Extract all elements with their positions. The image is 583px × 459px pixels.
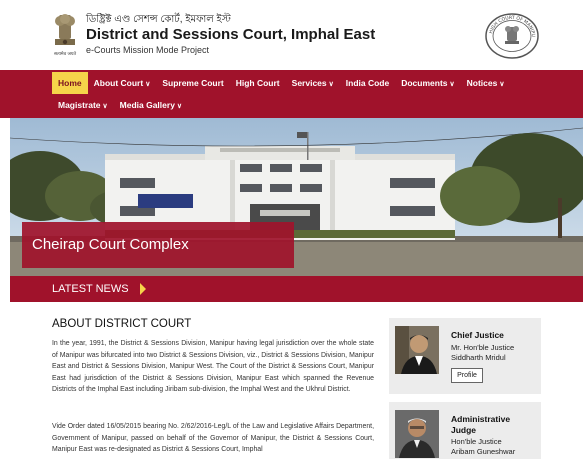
chevron-down-icon: ∨ [499,81,505,88]
site-header: सत्यमेव जयते ডিষ্ট্ৰিক্ট এণ্ড সেশন্স কোর… [0,0,583,70]
nav-item-home[interactable]: Home [52,72,88,94]
nav-item-label: India Code [345,78,390,88]
card-name-line: Hon'ble Justice [451,437,502,446]
nav-item-media-gallery[interactable]: Media Gallery ∨ [114,94,188,116]
card-name-line: Aribam Guneshwar [451,447,516,456]
latest-news-label: LATEST NEWS [52,283,129,295]
svg-text:सत्यमेव जयते: सत्यमेव जयते [54,50,77,57]
chief-justice-photo [395,326,439,374]
hero-banner: Cheirap Court Complex [10,118,583,276]
nav-row-primary: Home About Court ∨ Supreme Court High Court S… [52,72,510,94]
nav-item-label: Magistrate [58,100,101,110]
card-role: Chief Justice [451,330,504,340]
chevron-down-icon: ∨ [145,81,151,88]
nav-item-label: Media Gallery [119,100,175,110]
chief-justice-card: Chief Justice Mr. Hon'ble Justice Siddha… [389,318,541,394]
nav-item-label: High Court [235,78,280,88]
nav-item-india-code[interactable]: India Code [340,72,395,94]
site-subtitle: e-Courts Mission Mode Project [86,45,210,55]
about-title: ABOUT DISTRICT COURT [52,318,192,330]
nav-item-label: Services [291,78,327,88]
triangle-right-icon[interactable] [140,283,146,295]
nav-item-label: Notices [466,78,498,88]
card-name-line: Mr. Hon'ble Justice [451,343,515,352]
chevron-down-icon: ∨ [102,103,108,110]
nav-item-label: About Court [93,78,144,88]
national-emblem-icon[interactable]: सत्यमेव जयते [50,12,80,58]
nav-item-magistrate[interactable]: Magistrate ∨ [52,94,114,116]
nav-item-label: Supreme Court [162,78,224,88]
profile-button[interactable]: Profile [451,368,483,383]
nav-item-documents[interactable]: Documents ∨ [395,72,460,94]
card-role: Administrative Judge [451,414,511,435]
nav-row-secondary: Magistrate ∨ Media Gallery ∨ [52,94,188,116]
nav-item-about-court[interactable]: About Court ∨ [88,72,157,94]
administrative-judge-card: Administrative Judge Hon'ble Justice Ari… [389,402,541,459]
nav-item-high-court[interactable]: High Court [230,72,286,94]
high-court-seal-icon: HIGH COURT OF MANIPUR · IMPHAL [484,12,539,59]
administrative-judge-photo [395,410,439,458]
page: सत्यमेव जयते ডিষ্ট্ৰিক্ট এণ্ড সেশন্স কোর… [0,0,583,459]
chevron-down-icon: ∨ [328,81,334,88]
card-name-line: Siddharth Mridul [451,353,506,362]
nav-item-services[interactable]: Services ∨ [286,72,340,94]
nav-item-label: Documents [401,78,448,88]
latest-news-bar: LATEST NEWS [10,276,583,302]
nav-item-notices[interactable]: Notices ∨ [461,72,511,94]
about-paragraph: In the year, 1991, the District & Sessio… [52,340,374,394]
site-title[interactable]: District and Sessions Court, Imphal East [86,26,375,43]
about-paragraph: Vide Order dated 16/05/2015 bearing No. … [52,423,374,454]
banner-caption: Cheirap Court Complex [22,222,294,268]
chevron-down-icon: ∨ [176,103,183,110]
nav-item-label: Home [58,78,82,88]
chevron-down-icon: ∨ [449,81,455,88]
main-nav: Home About Court ∨ Supreme Court High Court S… [0,70,583,118]
nav-item-supreme-court[interactable]: Supreme Court [156,72,229,94]
